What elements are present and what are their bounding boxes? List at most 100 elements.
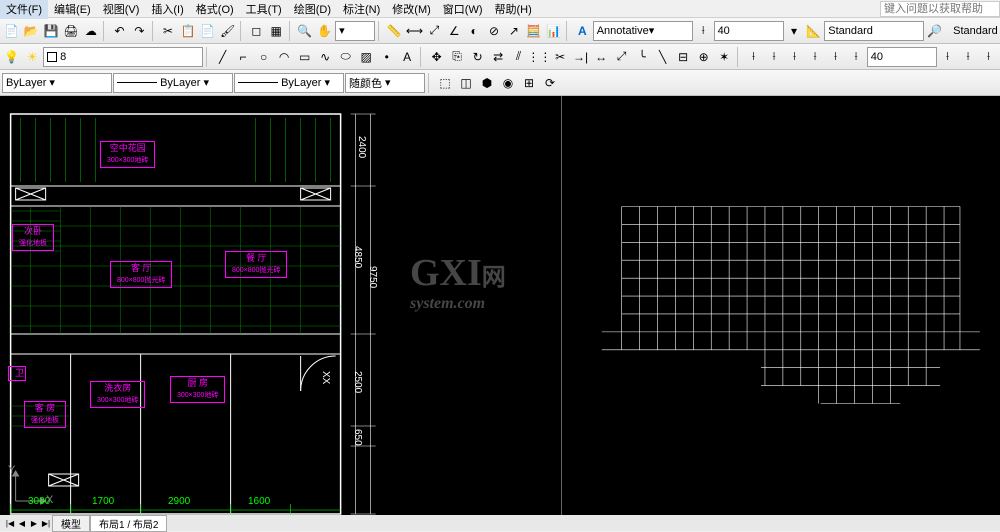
- line-icon[interactable]: ╱: [213, 47, 233, 67]
- tab-last-icon[interactable]: ▶|: [40, 517, 52, 529]
- menu-insert[interactable]: 插入(I): [145, 0, 189, 19]
- chamfer-icon[interactable]: ╲: [653, 47, 673, 67]
- menu-edit[interactable]: 编辑(E): [48, 0, 97, 19]
- dropdown-arrow[interactable]: ▾: [785, 21, 804, 41]
- find-icon[interactable]: 🔎: [925, 21, 944, 41]
- standard-dropdown-1[interactable]: Standard: [824, 21, 924, 41]
- ellipse-icon[interactable]: ⬭: [336, 47, 356, 67]
- d2-icon[interactable]: ⟊: [764, 47, 784, 67]
- text-icon[interactable]: A: [573, 21, 592, 41]
- pan-icon[interactable]: ✋: [315, 21, 334, 41]
- fillet-icon[interactable]: ╰: [632, 47, 652, 67]
- measure-icon[interactable]: 📏: [385, 21, 404, 41]
- cloud-icon[interactable]: ☁: [81, 21, 100, 41]
- copy2-icon[interactable]: ⎘: [447, 47, 467, 67]
- tab-next-icon[interactable]: ▶: [28, 517, 40, 529]
- scale-input-1[interactable]: 40: [714, 21, 784, 41]
- extend-icon[interactable]: →|: [571, 47, 591, 67]
- view3d-icon[interactable]: ◫: [456, 73, 476, 93]
- menu-help[interactable]: 帮助(H): [489, 0, 538, 19]
- offset-icon[interactable]: ⫽: [509, 47, 529, 67]
- array-icon[interactable]: ⋮⋮: [529, 47, 549, 67]
- menu-view[interactable]: 视图(V): [97, 0, 146, 19]
- zoom-dropdown[interactable]: ▾: [335, 21, 375, 41]
- rect-icon[interactable]: ▭: [295, 47, 315, 67]
- text2-icon[interactable]: A: [397, 47, 417, 67]
- new-file-icon[interactable]: 📄: [2, 21, 21, 41]
- dim-style-icon[interactable]: ⟊: [694, 21, 713, 41]
- orbit-icon[interactable]: ⟳: [540, 73, 560, 93]
- open-file-icon[interactable]: 📂: [22, 21, 41, 41]
- copy-icon[interactable]: 📋: [179, 21, 198, 41]
- layer-freeze-icon[interactable]: ☀: [23, 47, 43, 67]
- break-icon[interactable]: ⊟: [673, 47, 693, 67]
- dim-radius-icon[interactable]: ◐: [465, 21, 484, 41]
- tab-model[interactable]: 模型: [52, 515, 90, 532]
- paste-icon[interactable]: 📄: [198, 21, 217, 41]
- mirror-icon[interactable]: ⇄: [488, 47, 508, 67]
- ucs-icon[interactable]: ⬚: [435, 73, 455, 93]
- tab-prev-icon[interactable]: ◀: [16, 517, 28, 529]
- print-icon[interactable]: 🖨: [62, 21, 81, 41]
- dim-diameter-icon[interactable]: ⊘: [485, 21, 504, 41]
- rotate-icon[interactable]: ↻: [468, 47, 488, 67]
- table-icon[interactable]: ▦: [267, 21, 286, 41]
- polyline-icon[interactable]: ⌐: [233, 47, 253, 67]
- cut-icon[interactable]: ✂: [159, 21, 178, 41]
- menu-tools[interactable]: 工具(T): [240, 0, 288, 19]
- trim-icon[interactable]: ✂: [550, 47, 570, 67]
- linetype-dropdown-2[interactable]: ByLayer ▾: [234, 73, 344, 93]
- viewport-right[interactable]: [562, 96, 1000, 515]
- calc-icon[interactable]: 🧮: [524, 21, 543, 41]
- layer-selector[interactable]: 8: [43, 47, 203, 67]
- menu-draw[interactable]: 绘图(D): [288, 0, 337, 19]
- dim-angle-icon[interactable]: ∠: [445, 21, 464, 41]
- plot-style-dropdown[interactable]: 随颜色 ▾: [345, 73, 425, 93]
- hatch-icon[interactable]: ▨: [356, 47, 376, 67]
- move-icon[interactable]: ✥: [427, 47, 447, 67]
- point-icon[interactable]: •: [377, 47, 397, 67]
- render-icon[interactable]: ◉: [498, 73, 518, 93]
- menu-window[interactable]: 窗口(W): [437, 0, 489, 19]
- layer-on-icon[interactable]: 💡: [2, 47, 22, 67]
- tab-layout[interactable]: 布局1 / 布局2: [90, 515, 167, 532]
- menu-dim[interactable]: 标注(N): [337, 0, 386, 19]
- undo-icon[interactable]: ↶: [110, 21, 129, 41]
- dim-linear-icon[interactable]: ⟷: [405, 21, 424, 41]
- scale-input-2[interactable]: 40: [867, 47, 937, 67]
- zoom-icon[interactable]: 🔍: [295, 21, 314, 41]
- save-icon[interactable]: 💾: [42, 21, 61, 41]
- d7-icon[interactable]: ⟊: [938, 47, 958, 67]
- wireframe-icon[interactable]: ⊞: [519, 73, 539, 93]
- explode-icon[interactable]: ✶: [714, 47, 734, 67]
- d5-icon[interactable]: ⟊: [826, 47, 846, 67]
- circle-icon[interactable]: ○: [254, 47, 274, 67]
- style-icon[interactable]: 📐: [804, 21, 823, 41]
- lineweight-dropdown[interactable]: ByLayer ▾: [113, 73, 233, 93]
- scale2-icon[interactable]: ⤢: [612, 47, 632, 67]
- join-icon[interactable]: ⊕: [694, 47, 714, 67]
- annotation-dropdown[interactable]: Annotative ▾: [593, 21, 693, 41]
- d4-icon[interactable]: ⟊: [805, 47, 825, 67]
- solid-icon[interactable]: ⬢: [477, 73, 497, 93]
- stretch-icon[interactable]: ↔: [591, 47, 611, 67]
- menu-format[interactable]: 格式(O): [190, 0, 240, 19]
- spline-icon[interactable]: ∿: [315, 47, 335, 67]
- linetype-dropdown-1[interactable]: ByLayer ▾: [2, 73, 112, 93]
- d9-icon[interactable]: ⟊: [979, 47, 999, 67]
- match-icon[interactable]: 🖌: [218, 21, 237, 41]
- arc-icon[interactable]: ◠: [274, 47, 294, 67]
- menu-file[interactable]: 文件(F): [0, 0, 48, 19]
- d3-icon[interactable]: ⟊: [785, 47, 805, 67]
- leader-icon[interactable]: ↗: [504, 21, 523, 41]
- dim-aligned-icon[interactable]: ⤢: [425, 21, 444, 41]
- props-icon[interactable]: 📊: [544, 21, 563, 41]
- d6-icon[interactable]: ⟊: [846, 47, 866, 67]
- redo-icon[interactable]: ↷: [130, 21, 149, 41]
- tab-first-icon[interactable]: |◀: [4, 517, 16, 529]
- help-search-input[interactable]: [880, 1, 1000, 17]
- viewport-left[interactable]: 空中花园300×300地砖 次卧强化地板 客 厅800×800抛光砖 餐 厅80…: [0, 96, 562, 515]
- d1-icon[interactable]: ⟊: [744, 47, 764, 67]
- block-icon[interactable]: ◻: [247, 21, 266, 41]
- menu-modify[interactable]: 修改(M): [386, 0, 437, 19]
